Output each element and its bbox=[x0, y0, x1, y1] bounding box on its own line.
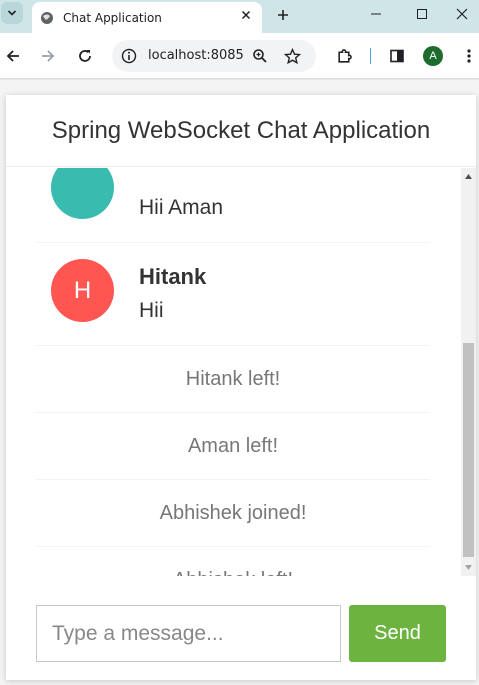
plus-icon bbox=[278, 10, 288, 20]
scrollbar[interactable] bbox=[461, 168, 476, 576]
info-icon bbox=[121, 48, 137, 64]
message-text: Hii bbox=[139, 299, 164, 322]
arrow-left-icon bbox=[6, 50, 19, 62]
maximize-button[interactable] bbox=[399, 0, 445, 27]
toolbar-divider bbox=[370, 48, 371, 64]
more-vert-icon bbox=[467, 49, 471, 63]
back-button[interactable] bbox=[2, 45, 24, 67]
forward-button[interactable] bbox=[37, 45, 59, 67]
url-text: localhost:8085 bbox=[148, 48, 244, 63]
event-message: Abhishek left! bbox=[36, 547, 430, 577]
minimize-icon bbox=[371, 13, 381, 14]
chat-message: Hii Aman bbox=[36, 168, 430, 243]
close-tab-button[interactable] bbox=[238, 7, 254, 23]
minimize-button[interactable] bbox=[353, 0, 399, 27]
avatar bbox=[51, 168, 114, 219]
tab-search-button[interactable] bbox=[1, 2, 23, 24]
side-panel-icon bbox=[390, 49, 404, 63]
message-area[interactable]: Hii Aman H Hitank Hii Hitank left! Aman left!… bbox=[6, 168, 461, 576]
address-bar[interactable]: localhost:8085 bbox=[112, 40, 316, 72]
site-info-button[interactable] bbox=[119, 46, 139, 66]
tab-title: Chat Application bbox=[63, 10, 162, 25]
sender-name: Hitank bbox=[139, 264, 207, 289]
profile-avatar[interactable]: A bbox=[423, 46, 443, 66]
globe-icon bbox=[41, 11, 53, 24]
event-message: Aman left! bbox=[36, 413, 430, 480]
avatar: H bbox=[51, 259, 114, 322]
tab-strip: Chat Application bbox=[0, 0, 479, 33]
close-icon bbox=[241, 10, 251, 20]
message-input[interactable] bbox=[36, 605, 341, 662]
browser-menu-button[interactable] bbox=[458, 45, 479, 67]
page-title: Spring WebSocket Chat Application bbox=[51, 116, 431, 144]
event-message: Hitank left! bbox=[36, 346, 430, 413]
triangle-up-icon bbox=[465, 174, 472, 179]
scroll-down-button[interactable] bbox=[461, 559, 476, 576]
star-icon bbox=[283, 47, 301, 64]
maximize-icon bbox=[417, 8, 427, 19]
event-text: Aman left! bbox=[187, 434, 279, 457]
bookmark-button[interactable] bbox=[282, 46, 302, 66]
puzzle-icon bbox=[337, 48, 352, 63]
chat-message: H Hitank Hii bbox=[36, 243, 430, 346]
zoom-icon bbox=[253, 49, 267, 63]
event-text: Abhishek left! bbox=[173, 569, 293, 577]
arrow-right-icon bbox=[42, 50, 55, 62]
close-icon bbox=[456, 8, 468, 19]
browser-toolbar: localhost:8085 A bbox=[0, 33, 479, 79]
event-message: Abhishek joined! bbox=[36, 480, 430, 547]
message-text: Hii Aman bbox=[139, 196, 224, 219]
browser-tab[interactable]: Chat Application bbox=[32, 2, 262, 33]
scrollbar-thumb[interactable] bbox=[463, 343, 474, 557]
side-panel-button[interactable] bbox=[386, 45, 408, 67]
reload-button[interactable] bbox=[74, 45, 96, 67]
new-tab-button[interactable] bbox=[272, 4, 294, 26]
event-text: Abhishek joined! bbox=[159, 501, 307, 524]
extensions-button[interactable] bbox=[333, 45, 355, 67]
triangle-down-icon bbox=[465, 565, 472, 570]
reload-icon bbox=[79, 50, 91, 62]
zoom-button[interactable] bbox=[250, 46, 270, 66]
chevron-down-icon bbox=[7, 10, 17, 16]
send-button[interactable]: Send bbox=[349, 605, 446, 662]
chat-header: Spring WebSocket Chat Application bbox=[6, 95, 476, 167]
chat-container: Spring WebSocket Chat Application Hii Am… bbox=[6, 95, 476, 680]
event-text: Hitank left! bbox=[185, 367, 281, 390]
close-window-button[interactable] bbox=[445, 0, 479, 27]
message-form: Send bbox=[36, 605, 446, 662]
message-list: Hii Aman H Hitank Hii Hitank left! Aman left!… bbox=[36, 168, 430, 576]
page-content: Spring WebSocket Chat Application Hii Am… bbox=[0, 80, 479, 685]
scroll-up-button[interactable] bbox=[461, 168, 476, 185]
